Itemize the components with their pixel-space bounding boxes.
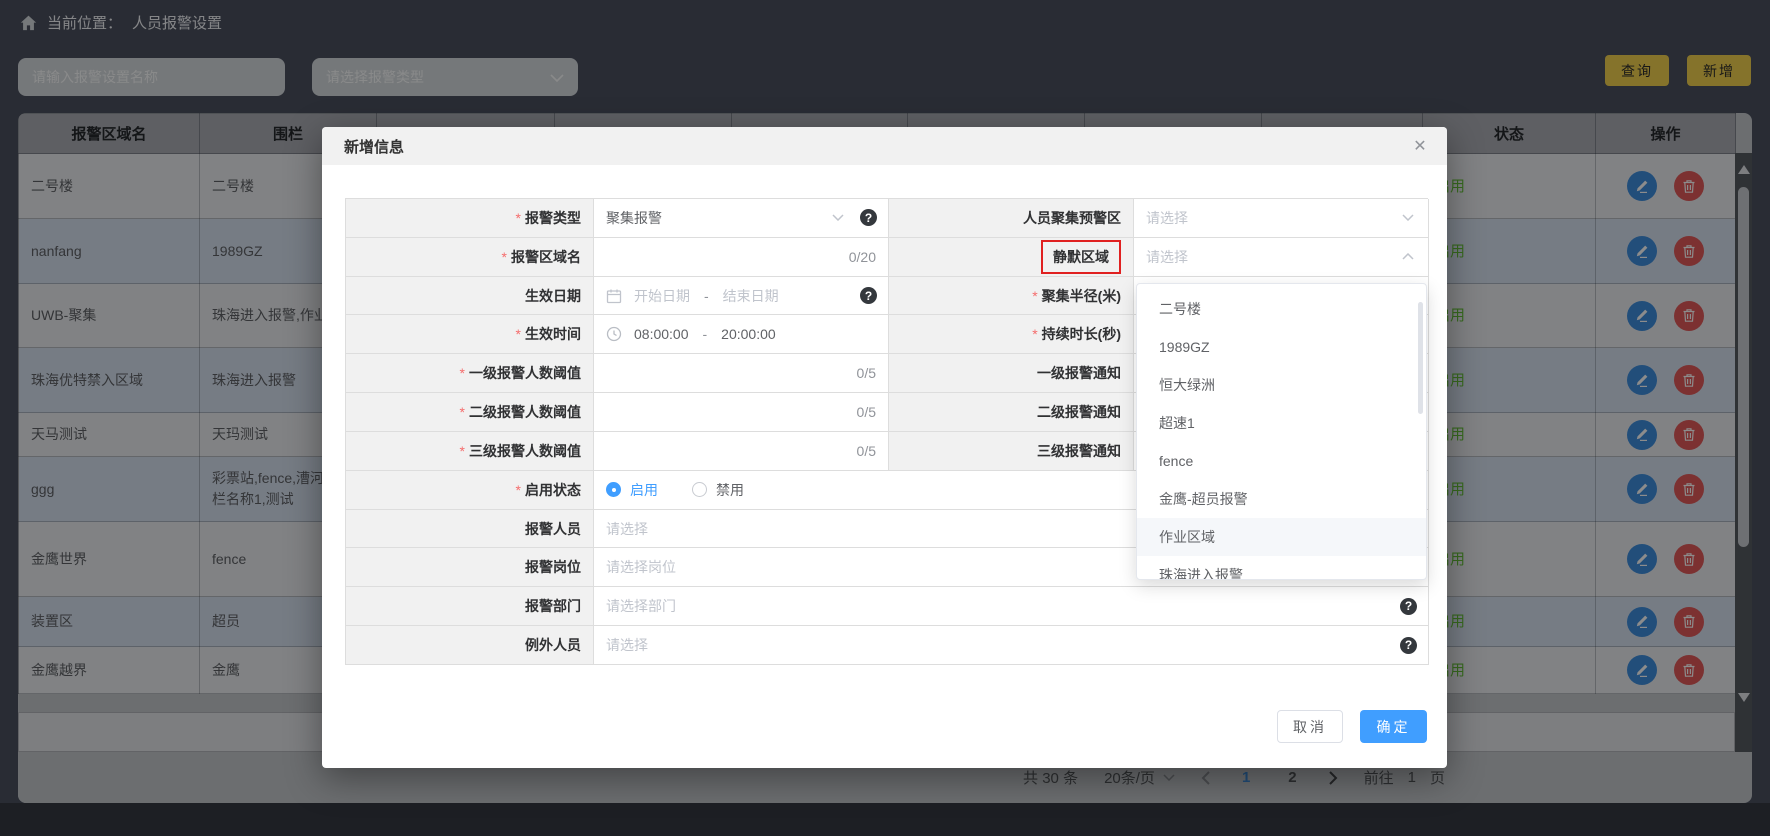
dropdown-arrow <box>1167 283 1181 290</box>
radio-selected-icon <box>606 482 621 497</box>
threshold1-label: * 一级报警人数阈值 <box>346 354 594 393</box>
dropdown-option[interactable]: 1989GZ <box>1137 328 1426 366</box>
char-counter: 0/5 <box>857 365 876 381</box>
notify2-label: 二级报警通知 <box>889 393 1134 432</box>
exception-person-select[interactable]: 请选择 ? <box>594 626 1429 665</box>
alarm-dept-label: 报警部门 <box>346 587 594 626</box>
threshold3-input[interactable]: 0/5 <box>594 432 889 471</box>
gather-area-label: 人员聚集预警区 <box>889 199 1134 238</box>
dropdown-options: 二号楼 1989GZ 恒大绿洲 超速1 fence 金鹰-超员报警 作业区域 珠… <box>1137 290 1426 580</box>
cancel-button[interactable]: 取消 <box>1277 710 1343 743</box>
modal-header: 新增信息 <box>322 127 1447 165</box>
alarm-dept-select[interactable]: 请选择部门 ? <box>594 587 1429 626</box>
alarm-type-select[interactable]: 聚集报警 ? <box>594 199 889 238</box>
dropdown-option[interactable]: 超速1 <box>1137 404 1426 442</box>
threshold2-label: * 二级报警人数阈值 <box>346 393 594 432</box>
gather-area-select[interactable]: 请选择 <box>1134 199 1429 238</box>
notify3-label: 三级报警通知 <box>889 432 1134 471</box>
help-icon[interactable]: ? <box>1400 637 1417 654</box>
help-icon[interactable]: ? <box>860 287 877 304</box>
confirm-button[interactable]: 确定 <box>1360 710 1427 743</box>
exception-person-label: 例外人员 <box>346 626 594 665</box>
effective-date-label: 生效日期 <box>346 277 594 316</box>
char-counter: 0/20 <box>849 249 876 265</box>
char-counter: 0/5 <box>857 443 876 459</box>
dropdown-option[interactable]: 珠海进入报警 <box>1137 556 1426 580</box>
alarm-type-label: * 报警类型 <box>346 199 594 238</box>
chevron-down-icon <box>832 214 844 221</box>
dropdown-scrollbar-thumb[interactable] <box>1418 302 1423 414</box>
threshold2-input[interactable]: 0/5 <box>594 393 889 432</box>
dropdown-option[interactable]: 二号楼 <box>1137 290 1426 328</box>
enable-status-label: * 启用状态 <box>346 471 594 510</box>
modal-title: 新增信息 <box>344 136 404 157</box>
silent-area-select[interactable]: 请选择 <box>1134 238 1429 277</box>
help-icon[interactable]: ? <box>860 209 877 226</box>
threshold1-input[interactable]: 0/5 <box>594 354 889 393</box>
dropdown-option[interactable]: fence <box>1137 442 1426 480</box>
chevron-down-icon <box>1402 214 1414 221</box>
effective-time-label: * 生效时间 <box>346 315 594 354</box>
help-icon[interactable]: ? <box>1400 598 1417 615</box>
calendar-icon <box>606 288 622 304</box>
threshold3-label: * 三级报警人数阈值 <box>346 432 594 471</box>
dropdown-option[interactable]: 金鹰-超员报警 <box>1137 480 1426 518</box>
silent-area-dropdown: 二号楼 1989GZ 恒大绿洲 超速1 fence 金鹰-超员报警 作业区域 珠… <box>1136 283 1427 580</box>
gather-radius-label: * 聚集半径(米) <box>889 277 1134 316</box>
dropdown-option[interactable]: 恒大绿洲 <box>1137 366 1426 404</box>
app-root: 当前位置： 人员报警设置 请选择报警类型 查询 新增 报警区域名 围栏 <box>0 0 1770 836</box>
radio-disabled[interactable]: 禁用 <box>692 480 744 500</box>
silent-area-label: 静默区域 <box>889 238 1134 277</box>
alarm-person-label: 报警人员 <box>346 510 594 549</box>
radio-unselected-icon <box>692 482 707 497</box>
area-name-label: * 报警区域名 <box>346 238 594 277</box>
effective-time-range-picker[interactable]: 08:00:00 - 20:00:00 <box>594 315 889 354</box>
effective-date-range-picker[interactable]: 开始日期 - 结束日期 ? <box>594 277 889 316</box>
dropdown-option-hovered[interactable]: 作业区域 <box>1137 518 1426 556</box>
notify1-label: 一级报警通知 <box>889 354 1134 393</box>
char-counter: 0/5 <box>857 404 876 420</box>
chevron-up-icon <box>1402 253 1414 260</box>
radio-enabled[interactable]: 启用 <box>606 480 658 500</box>
area-name-input[interactable]: 0/20 <box>594 238 889 277</box>
silent-area-highlight: 静默区域 <box>1041 240 1121 274</box>
duration-label: * 持续时长(秒) <box>889 315 1134 354</box>
alarm-post-label: 报警岗位 <box>346 548 594 587</box>
close-icon[interactable]: ✕ <box>1409 136 1431 158</box>
clock-icon <box>606 326 622 342</box>
